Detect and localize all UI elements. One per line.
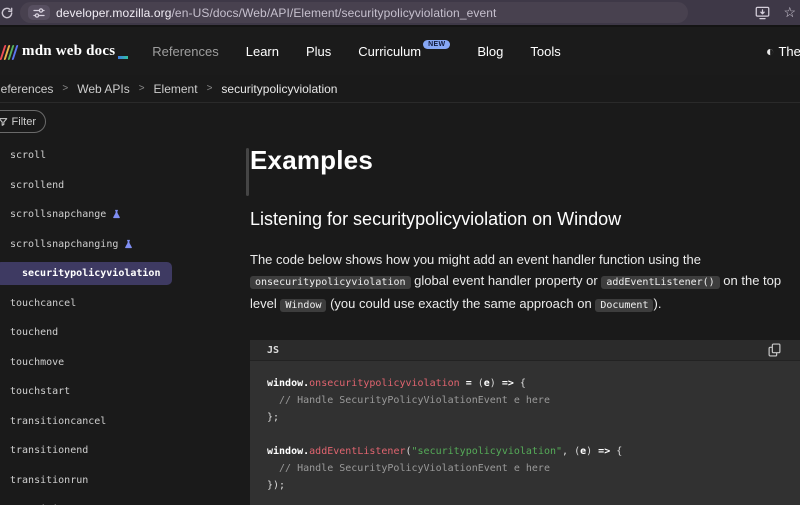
inline-code: onsecuritypolicyviolation [250, 276, 411, 289]
copy-code-icon[interactable] [768, 343, 781, 357]
url-text: developer.mozilla.org/en-US/docs/Web/API… [56, 6, 496, 20]
url-path: /en-US/docs/Web/API/Element/securitypoli… [172, 6, 497, 20]
breadcrumb-link[interactable]: References [0, 82, 53, 96]
sidebar-item-scrollsnapchanging[interactable]: scrollsnapchanging [0, 230, 250, 260]
code-line: }); [267, 477, 794, 494]
sidebar-item-transitionend[interactable]: transitionend [0, 436, 250, 466]
sidebar-item-label: transitioncancel [10, 416, 106, 427]
mdn-logo-underscore-icon [118, 56, 128, 59]
breadcrumb-link[interactable]: Element [154, 82, 198, 96]
code-line: }; [267, 409, 794, 426]
main-content: Examples Listening for securitypolicyvio… [250, 103, 797, 505]
filter-label: Filter [12, 116, 36, 128]
breadcrumb-row: References > Web APIs > Element > securitypoli… [0, 75, 800, 103]
description-paragraph: The code below shows how you might add a… [250, 249, 797, 316]
mdn-header: mdn web docs References Learn Plus Curricul… [0, 27, 800, 75]
experimental-flask-icon [123, 239, 134, 250]
sidebar-event-list: scroll scrollend scrollsnapchange scrollsna… [0, 141, 250, 505]
sidebar-item-label: touchstart [10, 386, 70, 397]
sidebar-item-label: scrollsnapchange [10, 209, 106, 220]
sidebar-item-label: touchmove [10, 357, 64, 368]
sidebar-item-touchend[interactable]: touchend [0, 318, 250, 348]
breadcrumb-chevron-icon: > [139, 83, 145, 94]
sidebar-item-scrollend[interactable]: scrollend [0, 171, 250, 201]
sidebar-item-transitionstart[interactable]: transitionstart [0, 495, 250, 505]
sidebar-item-touchstart[interactable]: touchstart [0, 377, 250, 407]
sidebar-scrollbar[interactable] [246, 148, 249, 196]
inline-code: Document [595, 299, 653, 312]
examples-heading: Examples [250, 145, 797, 176]
nav-item-learn[interactable]: Learn [246, 44, 279, 59]
sidebar: Filter scrollscrollendscrollsnapchangesc… [0, 103, 250, 505]
nav-item-tools[interactable]: Tools [530, 44, 560, 59]
filter-button[interactable]: Filter [0, 110, 46, 133]
breadcrumb-chevron-icon: > [62, 83, 68, 94]
section-heading: Listening for securitypolicyviolation on… [250, 209, 797, 230]
experimental-flask-icon [111, 209, 122, 220]
main-nav: References Learn Plus CurriculumNEW Blog Tool… [152, 44, 561, 59]
nav-item-curriculum[interactable]: CurriculumNEW [358, 44, 450, 59]
sidebar-item-label: touchend [10, 327, 58, 338]
inline-code: addEventListener() [601, 276, 719, 289]
breadcrumb-chevron-icon: > [207, 83, 213, 94]
code-line [267, 426, 794, 443]
funnel-icon [0, 117, 8, 127]
nav-item-plus[interactable]: Plus [306, 44, 331, 59]
bookmark-star-icon[interactable]: ☆ [783, 4, 796, 21]
nav-item-references[interactable]: References [152, 44, 218, 59]
mdn-logo-text: mdn web docs [22, 43, 115, 60]
code-line: window.onsecuritypolicyviolation = (e) =… [267, 375, 794, 392]
mdn-logo[interactable]: mdn web docs [2, 43, 128, 60]
sidebar-item-label: scrollend [10, 180, 64, 191]
code-example-body[interactable]: window.onsecuritypolicyviolation = (e) =… [250, 361, 800, 505]
theme-icon: ◐ [766, 43, 774, 59]
code-example-header: JS [250, 340, 800, 361]
reload-icon[interactable] [0, 4, 16, 22]
mdn-logo-mark-icon [0, 45, 18, 60]
sidebar-item-label: scrollsnapchanging [10, 239, 118, 250]
code-line: window.addEventListener("securitypolicyv… [267, 443, 794, 460]
site-settings-icon[interactable] [28, 5, 50, 20]
sidebar-item-label: touchcancel [10, 298, 76, 309]
install-app-icon[interactable] [755, 6, 770, 20]
sidebar-item-touchmove[interactable]: touchmove [0, 348, 250, 378]
sidebar-item-scrollsnapchange[interactable]: scrollsnapchange [0, 200, 250, 230]
inline-code: Window [280, 299, 326, 312]
sidebar-item-transitionrun[interactable]: transitionrun [0, 466, 250, 496]
code-line: // Handle SecurityPolicyViolationEvent e… [267, 460, 794, 477]
theme-label: Theme [778, 44, 800, 59]
sidebar-item-label: transitionend [10, 445, 88, 456]
code-language-label: JS [267, 345, 279, 356]
code-example-block: JS window.onsecuritypolicyviolation = (e… [250, 340, 800, 505]
url-domain: developer.mozilla.org [56, 6, 172, 20]
address-bar[interactable]: developer.mozilla.org/en-US/docs/Web/API… [20, 2, 688, 23]
theme-toggle-button[interactable]: ◐ Theme [766, 43, 800, 59]
sidebar-item-label: scroll [10, 150, 46, 161]
new-badge: NEW [423, 40, 450, 49]
sidebar-active-pill: securitypolicyviolation [0, 262, 172, 285]
sidebar-item-label: securitypolicyviolation [22, 268, 160, 279]
code-line: // Handle SecurityPolicyViolationEvent e… [267, 392, 794, 409]
sidebar-item-transitioncancel[interactable]: transitioncancel [0, 407, 250, 437]
browser-url-bar: developer.mozilla.org/en-US/docs/Web/API… [0, 0, 800, 27]
sidebar-item-touchcancel[interactable]: touchcancel [0, 289, 250, 319]
sidebar-item-securitypolicyviolation[interactable]: securitypolicyviolation [0, 259, 250, 289]
breadcrumb: References > Web APIs > Element > securitypoli… [0, 82, 337, 96]
breadcrumb-link[interactable]: Web APIs [77, 82, 129, 96]
sidebar-item-scroll[interactable]: scroll [0, 141, 250, 171]
breadcrumb-link[interactable]: securitypolicyviolation [221, 82, 337, 96]
sidebar-item-label: transitionrun [10, 475, 88, 486]
nav-item-blog[interactable]: Blog [477, 44, 503, 59]
